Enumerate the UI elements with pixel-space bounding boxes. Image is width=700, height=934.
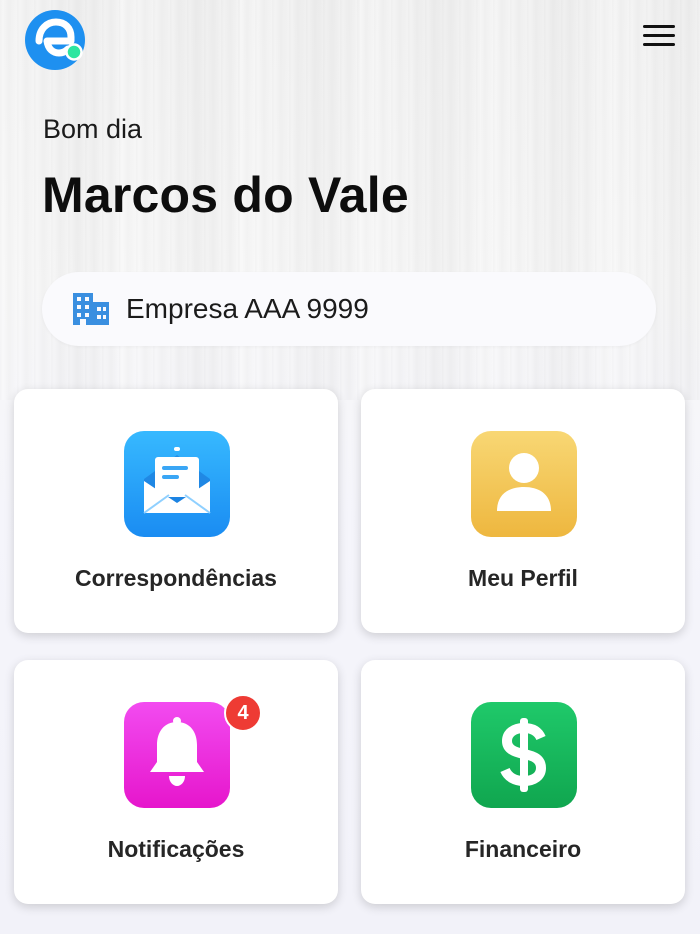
envelope-letter-icon [124,431,230,537]
card-label: Meu Perfil [468,565,578,591]
card-label: Notificações [107,836,245,862]
greeting-text: Bom dia [43,114,143,144]
company-selector[interactable]: Empresa AAA 9999 [42,272,656,346]
user-name: Marcos do Vale [42,167,409,223]
user-profile-icon [471,431,577,537]
card-label: Correspondências [75,565,277,591]
app-logo-e-icon[interactable] [22,7,88,73]
card-financeiro[interactable]: Financeiro [361,660,685,904]
notification-count-badge: 4 [224,694,262,732]
card-correspondencias[interactable]: Correspondências [14,389,338,633]
dollar-icon [471,702,577,808]
hamburger-menu-icon[interactable] [638,20,680,52]
app-header [0,0,700,80]
card-label: Financeiro [464,836,582,862]
card-notificacoes[interactable]: 4 Notificações [14,660,338,904]
company-name: Empresa AAA 9999 [126,293,369,324]
bell-icon [124,702,230,808]
building-icon [72,292,110,326]
card-meu-perfil[interactable]: Meu Perfil [361,389,685,633]
